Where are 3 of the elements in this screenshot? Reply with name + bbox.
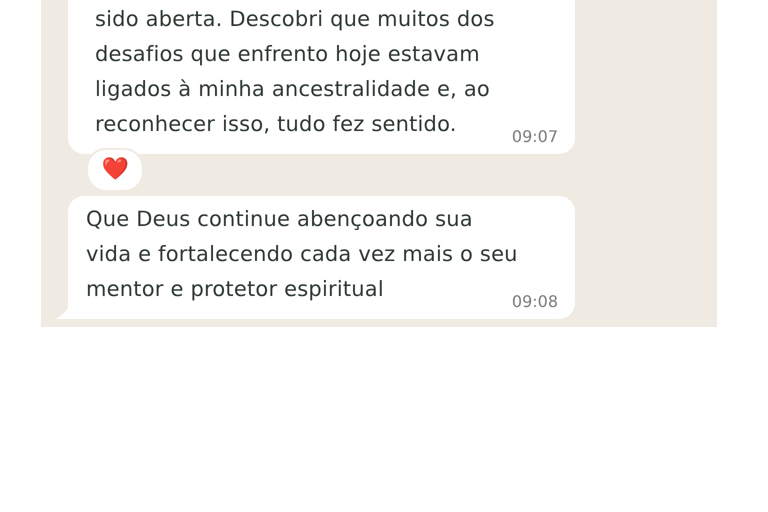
reaction-badge[interactable]: ❤ bbox=[86, 148, 144, 192]
message-text: sido aberta. Descobri que muitos dos desafios que enfrento hoje estavam ligados à minha ancestralidade e, ao reconhecer isso, tudo fez sentido. bbox=[95, 6, 495, 138]
message-time: 09:07 bbox=[512, 127, 558, 146]
